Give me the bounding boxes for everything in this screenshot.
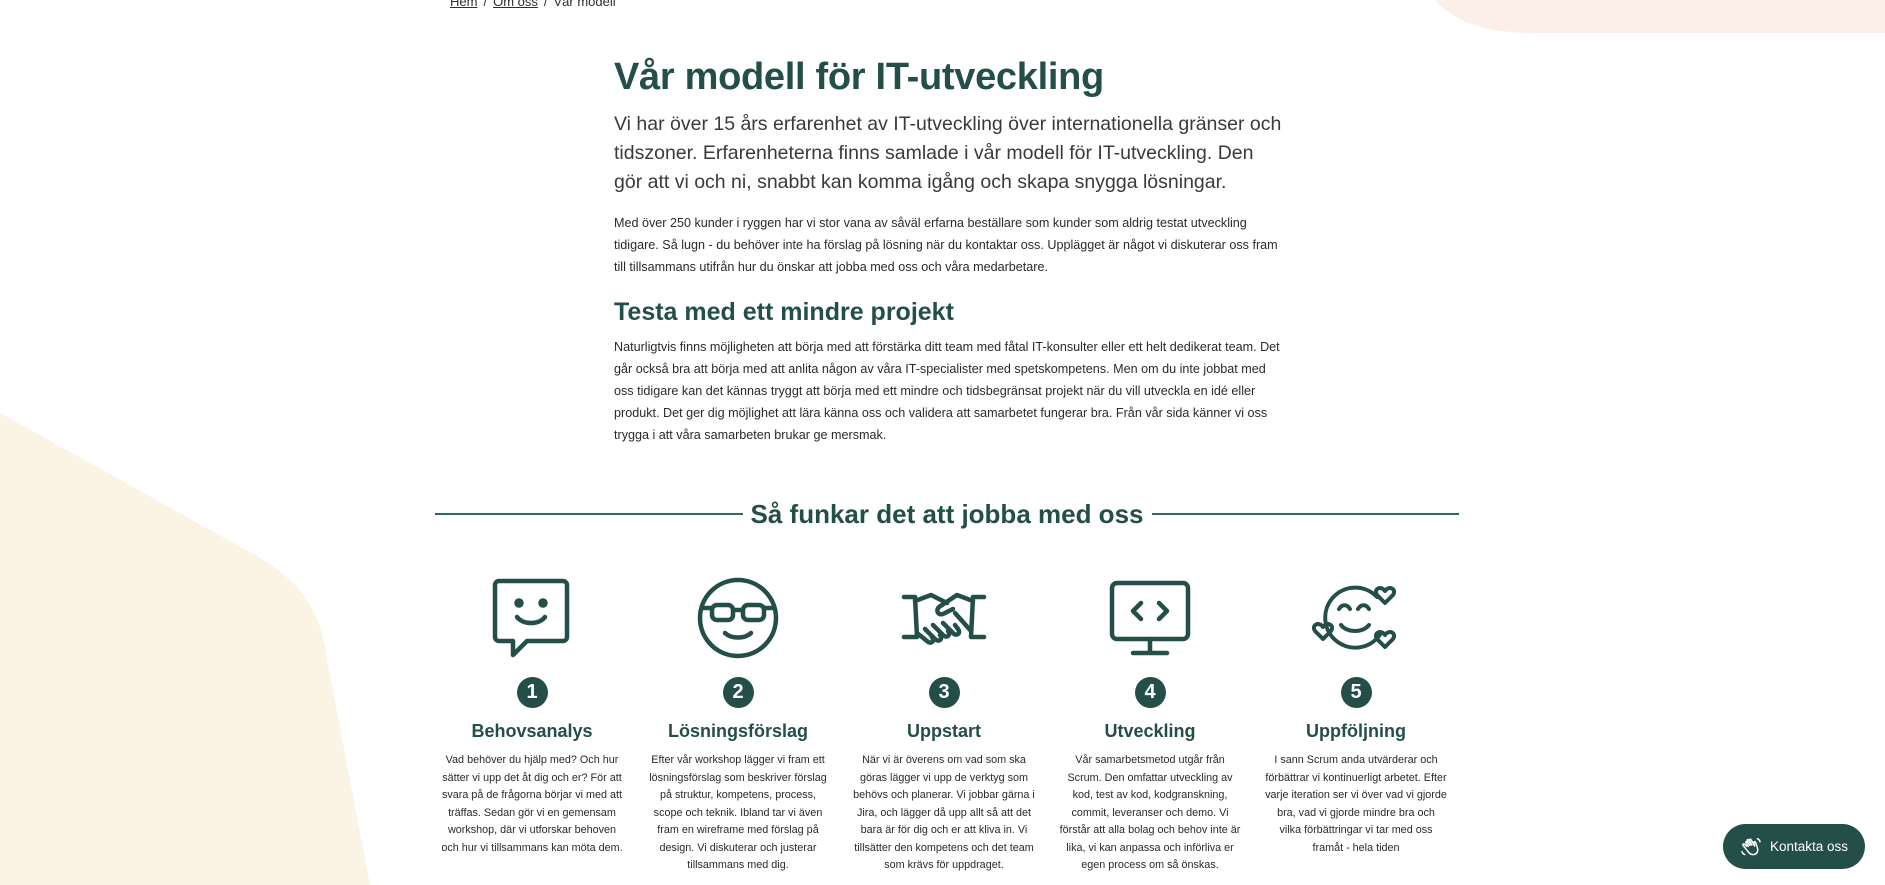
- breadcrumb-separator: /: [483, 0, 488, 9]
- waving-hand-icon: [1741, 837, 1761, 855]
- step-title: Behovsanalys: [471, 721, 593, 741]
- breadcrumb-separator: /: [543, 0, 548, 9]
- background-shape-top-right: [1435, 0, 1885, 33]
- chat-smile-icon: [492, 578, 570, 658]
- step-description: När vi är överens om vad som ska göras l…: [853, 754, 1035, 871]
- happy-hearts-icon: [1312, 585, 1396, 650]
- step-number-badge: 1: [516, 677, 548, 708]
- glasses-face-icon: [697, 577, 779, 659]
- step-description: Vad behöver du hjälp med? Och hur sätter…: [441, 754, 623, 854]
- divider-line: [435, 513, 743, 515]
- step-number-badge: 3: [928, 677, 960, 708]
- step-description: I sann Scrum anda utvärderar och förbätt…: [1265, 754, 1447, 854]
- code-monitor-icon: [1109, 580, 1191, 656]
- divider-line: [1151, 513, 1460, 515]
- breadcrumb-home-link[interactable]: Hem: [450, 0, 477, 9]
- intro-paragraph: Med över 250 kunder i ryggen har vi stor…: [614, 216, 1278, 275]
- step-description: Efter vår workshop lägger vi fram ett lö…: [649, 754, 827, 871]
- contact-button[interactable]: Kontakta oss: [1723, 824, 1865, 869]
- process-step-5: 5 Uppföljning I sann Scrum anda utvärder…: [1259, 575, 1453, 857]
- process-heading: Så funkar det att jobba med oss: [435, 494, 1460, 534]
- process-step-3: 3 Uppstart När vi är överens om vad som …: [847, 575, 1041, 875]
- section-subheading: Testa med ett mindre projekt: [614, 297, 954, 326]
- article: Vår modell för IT-utveckling Vi har över…: [614, 52, 1284, 447]
- step-title: Uppföljning: [1306, 721, 1406, 741]
- lead-paragraph: Vi har över 15 års erfarenhet av IT-utve…: [614, 113, 1282, 193]
- handshake-icon: [901, 592, 987, 645]
- step-title: Utveckling: [1104, 721, 1196, 741]
- process-step-1: 1 Behovsanalys Vad behöver du hjälp med?…: [435, 575, 629, 857]
- process-step-4: 4 Utveckling Vår samarbetsmetod utgår fr…: [1053, 575, 1247, 875]
- process-title: Så funkar det att jobba med oss: [750, 498, 1144, 529]
- step-title: Uppstart: [906, 721, 981, 741]
- page-title: Vår modell för IT-utveckling: [614, 56, 1104, 98]
- breadcrumb-about-link[interactable]: Om oss: [493, 0, 538, 9]
- process-step-2: 2 Lösningsförslag Efter vår workshop läg…: [641, 575, 835, 875]
- background-shape-left: [0, 413, 370, 885]
- project-paragraph: Naturligtvis finns möjligheten att börja…: [614, 339, 1280, 443]
- contact-button-label: Kontakta oss: [1769, 839, 1849, 854]
- step-number-badge: 4: [1134, 677, 1166, 708]
- breadcrumb: Hem / Om oss / Vår modell: [450, 0, 616, 9]
- step-title: Lösningsförslag: [667, 721, 808, 741]
- step-number-badge: 5: [1340, 677, 1372, 708]
- step-number-badge: 2: [722, 677, 754, 708]
- step-description: Vår samarbetsmetod utgår från Scrum. Den…: [1059, 754, 1241, 871]
- breadcrumb-current: Vår modell: [553, 0, 616, 9]
